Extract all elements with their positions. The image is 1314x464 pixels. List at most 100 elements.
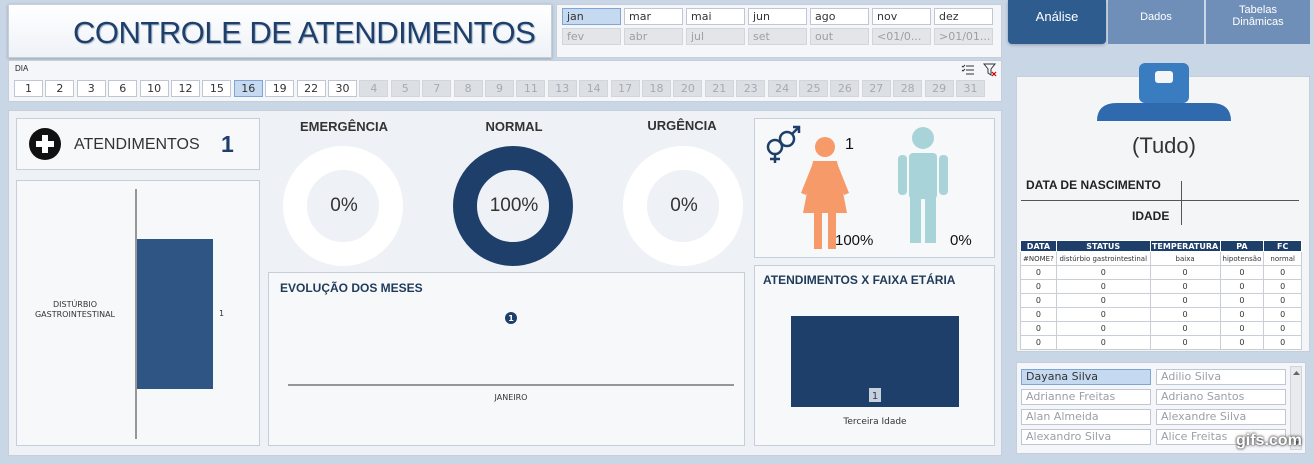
- month-button[interactable]: dez: [934, 8, 993, 25]
- name-button[interactable]: Dayana Silva: [1021, 369, 1151, 385]
- table-cell: #NOME?: [1020, 251, 1057, 266]
- evolucao-category-label: JANEIRO: [494, 393, 528, 402]
- month-button[interactable]: mai: [686, 8, 745, 25]
- day-button[interactable]: 3: [76, 80, 106, 97]
- tab-analise[interactable]: Análise: [1008, 0, 1106, 44]
- table-cell: 0: [1020, 265, 1057, 280]
- day-button[interactable]: 8: [453, 80, 483, 97]
- day-button[interactable]: 1: [14, 80, 43, 97]
- day-button[interactable]: 11: [516, 80, 546, 97]
- table-row: 00000: [1020, 307, 1302, 322]
- name-button[interactable]: Adriano Santos: [1156, 389, 1286, 405]
- table-cell: 0: [1020, 293, 1057, 308]
- month-button[interactable]: mar: [624, 8, 683, 25]
- atendimentos-count: 1: [221, 131, 234, 157]
- table-cell: baixa: [1149, 251, 1221, 266]
- day-button[interactable]: 5: [390, 80, 420, 97]
- month-slicer: jan mar mai jun ago nov dez fev abr jul set out <01/…: [556, 4, 1002, 58]
- day-button[interactable]: 15: [202, 80, 232, 97]
- faixa-category-label: Terceira Idade: [842, 417, 907, 427]
- month-button[interactable]: fev: [562, 28, 621, 45]
- day-button[interactable]: 16: [233, 80, 263, 97]
- month-button[interactable]: >01/01...: [934, 28, 993, 45]
- table-header-cell: TEMPERATURA: [1149, 240, 1221, 252]
- day-button[interactable]: 4: [359, 80, 389, 97]
- table-cell: 0: [1149, 335, 1221, 350]
- name-button[interactable]: Alexandre Silva: [1156, 409, 1286, 425]
- atendimentos-card: ATENDIMENTOS 1: [16, 118, 260, 170]
- gender-card: 1 100% 0%: [754, 118, 995, 258]
- month-button[interactable]: jan: [562, 8, 621, 25]
- female-count: 1: [845, 136, 854, 153]
- month-button[interactable]: <01/0...: [872, 28, 931, 45]
- day-button[interactable]: 7: [422, 80, 452, 97]
- day-button[interactable]: 13: [547, 80, 577, 97]
- day-button[interactable]: 28: [893, 80, 923, 97]
- table-cell: 0: [1149, 293, 1221, 308]
- day-button[interactable]: 23: [736, 80, 766, 97]
- day-button[interactable]: 12: [171, 80, 200, 97]
- name-button[interactable]: Alexandro Silva: [1021, 429, 1151, 445]
- day-button[interactable]: 6: [108, 80, 138, 97]
- faixa-etaria-chart: ATENDIMENTOS X FAIXA ETÁRIA 1 Terceira I…: [754, 265, 995, 446]
- title-banner: CONTROLE DE ATENDIMENTOS: [8, 4, 552, 58]
- table-cell: 0: [1219, 335, 1265, 350]
- day-button[interactable]: 18: [642, 80, 671, 97]
- clear-filter-icon[interactable]: [983, 63, 997, 77]
- bar-category-label: DISTÚRBIO GASTROINTESTINAL: [35, 298, 116, 319]
- table-cell: 0: [1263, 321, 1302, 336]
- month-button[interactable]: ago: [810, 8, 869, 25]
- name-button[interactable]: Adilio Silva: [1156, 369, 1286, 385]
- status-bar-chart: DISTÚRBIO GASTROINTESTINAL 1: [16, 180, 260, 446]
- month-button[interactable]: jun: [748, 8, 807, 25]
- tab-tabelas-line2: Dinâmicas: [1232, 16, 1284, 28]
- bar-data-label: 1: [219, 309, 224, 318]
- day-button[interactable]: 31: [956, 80, 985, 97]
- birth-date-label: DATA DE NASCIMENTO: [1026, 178, 1161, 192]
- donut-urgencia-title: URGÊNCIA: [647, 118, 717, 133]
- donut-normal-title: NORMAL: [485, 119, 543, 134]
- day-button[interactable]: 17: [610, 80, 640, 97]
- tab-tabelas-dinamicas[interactable]: Tabelas Dinâmicas: [1206, 0, 1310, 44]
- day-button[interactable]: 14: [579, 80, 609, 97]
- month-button[interactable]: set: [748, 28, 807, 45]
- day-button[interactable]: 27: [861, 80, 891, 97]
- day-button[interactable]: 2: [45, 80, 75, 97]
- info-divider-h: [1021, 200, 1299, 201]
- day-button[interactable]: 10: [139, 80, 169, 97]
- bar-category-word: DISTÚRBIO: [53, 298, 97, 309]
- table-cell: 0: [1055, 265, 1151, 280]
- bar-disturbio[interactable]: [137, 239, 213, 389]
- day-button[interactable]: 9: [485, 80, 514, 97]
- name-button[interactable]: Alan Almeida: [1021, 409, 1151, 425]
- day-button[interactable]: 25: [799, 80, 828, 97]
- month-button[interactable]: out: [810, 28, 869, 45]
- table-cell: 0: [1219, 279, 1265, 294]
- month-button[interactable]: abr: [624, 28, 683, 45]
- table-header-row: DATA STATUS TEMPERATURA PA FC: [1020, 240, 1302, 252]
- month-button[interactable]: nov: [872, 8, 931, 25]
- name-button[interactable]: Adrianne Freitas: [1021, 389, 1151, 405]
- day-button[interactable]: 29: [924, 80, 954, 97]
- female-percent: 100%: [835, 232, 874, 249]
- tab-dados[interactable]: Dados: [1108, 0, 1204, 44]
- month-button[interactable]: jul: [686, 28, 745, 45]
- table-row: 00000: [1020, 335, 1302, 350]
- page-title: CONTROLE DE ATENDIMENTOS: [73, 15, 536, 50]
- day-button[interactable]: 19: [265, 80, 295, 97]
- table-row: 00000: [1020, 279, 1302, 294]
- male-percent: 0%: [950, 232, 972, 249]
- day-button[interactable]: 20: [673, 80, 703, 97]
- table-cell: 0: [1219, 265, 1265, 280]
- table-cell: 0: [1055, 321, 1151, 336]
- day-button[interactable]: 24: [767, 80, 797, 97]
- day-button[interactable]: 22: [296, 80, 326, 97]
- table-row: 00000: [1020, 321, 1302, 336]
- table-cell: 0: [1020, 279, 1057, 294]
- day-button[interactable]: 26: [830, 80, 860, 97]
- day-button[interactable]: 21: [704, 80, 734, 97]
- scroll-up-icon[interactable]: [1292, 369, 1301, 377]
- multi-select-icon[interactable]: [961, 63, 975, 77]
- table-cell: 0: [1149, 321, 1221, 336]
- day-button[interactable]: 30: [328, 80, 357, 97]
